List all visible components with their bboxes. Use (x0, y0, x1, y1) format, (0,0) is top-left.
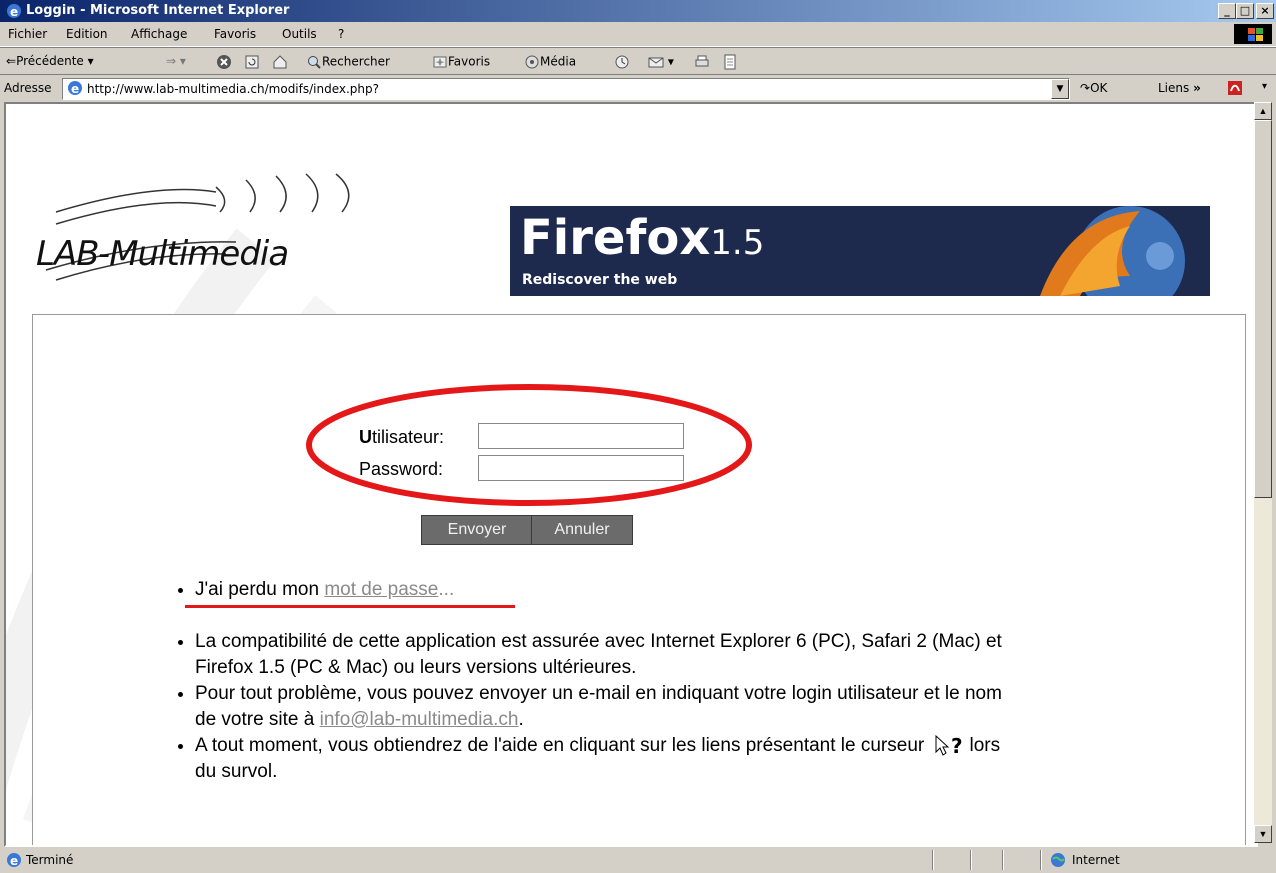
status-bar: e Terminé Internet (0, 848, 1276, 873)
address-field[interactable]: e http://www.lab-multimedia.ch/modifs/in… (62, 78, 1070, 100)
media-button[interactable]: Média (524, 54, 576, 70)
menu-favoris[interactable]: Favoris (214, 27, 256, 41)
lab-multimedia-logo: LAB-Multimedia (36, 173, 350, 281)
help-note: A tout moment, vous obtiendrez de l'aide… (195, 733, 1015, 785)
forward-button[interactable]: ⇒ ▾ (166, 54, 186, 68)
page-status-icon: e (7, 853, 21, 868)
acrobat-icon[interactable] (1226, 79, 1244, 97)
page-content: LAB-Multimedia Firefox1.5 Rediscover the… (4, 102, 1258, 847)
refresh-icon (245, 55, 259, 69)
menu-help[interactable]: ? (338, 27, 344, 41)
login-panel: Utilisateur: Password: Envoyer Annuler J… (32, 314, 1246, 845)
menu-bar: Fichier Edition Affichage Favoris Outils… (0, 22, 1276, 47)
back-button[interactable]: ⇐Précédente ▾ (6, 54, 94, 68)
minimize-button[interactable]: _ (1218, 3, 1236, 19)
svg-text:e: e (71, 82, 79, 96)
home-button[interactable] (272, 54, 288, 70)
stop-button[interactable] (216, 54, 232, 70)
menu-outils[interactable]: Outils (282, 27, 317, 41)
logo-text: LAB-Multimedia (36, 234, 289, 274)
info-notes-list: La compatibilité de cette application es… (173, 629, 1015, 785)
zone-text: Internet (1072, 853, 1120, 867)
status-text: Terminé (26, 853, 74, 867)
email-link[interactable]: info@lab-multimedia.ch (320, 709, 519, 730)
mail-button[interactable]: ▾ (648, 54, 674, 70)
ie-icon: e (7, 4, 21, 19)
menu-edition[interactable]: Edition (66, 27, 108, 41)
address-label: Adresse (4, 81, 52, 95)
maximize-button[interactable]: □ (1236, 3, 1254, 19)
mail-icon (648, 57, 664, 68)
windows-logo (1234, 24, 1272, 44)
status-separator (1040, 850, 1042, 870)
firefox-banner[interactable]: Firefox1.5 Rediscover the web (510, 206, 1210, 296)
svg-text:e: e (10, 5, 18, 19)
go-arrow-icon: ↷ (1080, 81, 1091, 95)
refresh-button[interactable] (244, 54, 260, 70)
scroll-up-button[interactable]: ▲ (1254, 102, 1272, 120)
close-button[interactable]: × (1256, 3, 1274, 19)
scroll-down-button[interactable]: ▼ (1254, 825, 1272, 843)
stop-icon (217, 55, 231, 69)
address-dropdown-button[interactable]: ▼ (1051, 79, 1069, 99)
address-bar: Adresse e http://www.lab-multimedia.ch/m… (0, 74, 1276, 101)
print-button[interactable] (694, 54, 710, 70)
svg-text:?: ? (951, 734, 963, 758)
title-bar: e Loggin - Microsoft Internet Explorer _… (0, 0, 1276, 22)
go-button[interactable]: ↷OK (1080, 81, 1107, 95)
address-url: http://www.lab-multimedia.ch/modifs/inde… (87, 82, 380, 96)
status-separator (1002, 850, 1004, 870)
help-cursor-icon: ? (935, 734, 963, 758)
status-separator (932, 850, 934, 870)
lost-password-list: J'ai perdu mon mot de passe... (173, 577, 454, 603)
media-icon (525, 55, 539, 69)
status-separator (970, 850, 972, 870)
internet-zone-icon (1051, 853, 1065, 867)
firefox-logo-icon (1040, 206, 1185, 296)
lost-password-link[interactable]: mot de passe (324, 579, 438, 600)
toolbar: ⇐Précédente ▾ ⇒ ▾ Rechercher Favoris Méd… (0, 47, 1276, 75)
menu-fichier[interactable]: Fichier (8, 27, 47, 41)
submit-button[interactable]: Envoyer (421, 515, 533, 545)
home-icon (273, 55, 287, 69)
back-arrow-icon: ⇐ (6, 54, 17, 68)
cancel-button[interactable]: Annuler (531, 515, 633, 545)
browser-window: e Loggin - Microsoft Internet Explorer _… (0, 0, 1276, 873)
scroll-thumb[interactable] (1254, 120, 1272, 498)
red-underline (185, 605, 515, 608)
edit-button[interactable] (722, 54, 738, 70)
history-button[interactable] (614, 54, 630, 70)
search-button[interactable]: Rechercher (306, 54, 390, 70)
favorites-icon (433, 56, 447, 68)
forward-arrow-icon: ⇒ (166, 54, 177, 68)
banner-tagline: Rediscover the web (522, 272, 678, 288)
search-icon (308, 56, 321, 69)
highlight-ellipse (306, 384, 752, 506)
favorites-button[interactable]: Favoris (432, 54, 490, 70)
menu-affichage[interactable]: Affichage (131, 27, 187, 41)
vertical-scrollbar[interactable]: ▲ ▼ (1254, 102, 1272, 843)
edit-page-icon (724, 54, 736, 70)
print-icon (695, 55, 709, 67)
history-icon (615, 55, 629, 69)
banner-title: Firefox1.5 (520, 210, 765, 266)
page-icon: e (68, 81, 82, 96)
svg-text:e: e (10, 854, 18, 868)
window-title: Loggin - Microsoft Internet Explorer (26, 3, 290, 18)
acrobat-dropdown-icon[interactable]: ▾ (1262, 81, 1267, 92)
links-button[interactable]: Liens » (1158, 81, 1201, 95)
lost-password-item: J'ai perdu mon mot de passe... (195, 577, 454, 603)
problem-note: Pour tout problème, vous pouvez envoyer … (195, 681, 1015, 733)
compat-note: La compatibilité de cette application es… (195, 629, 1015, 681)
